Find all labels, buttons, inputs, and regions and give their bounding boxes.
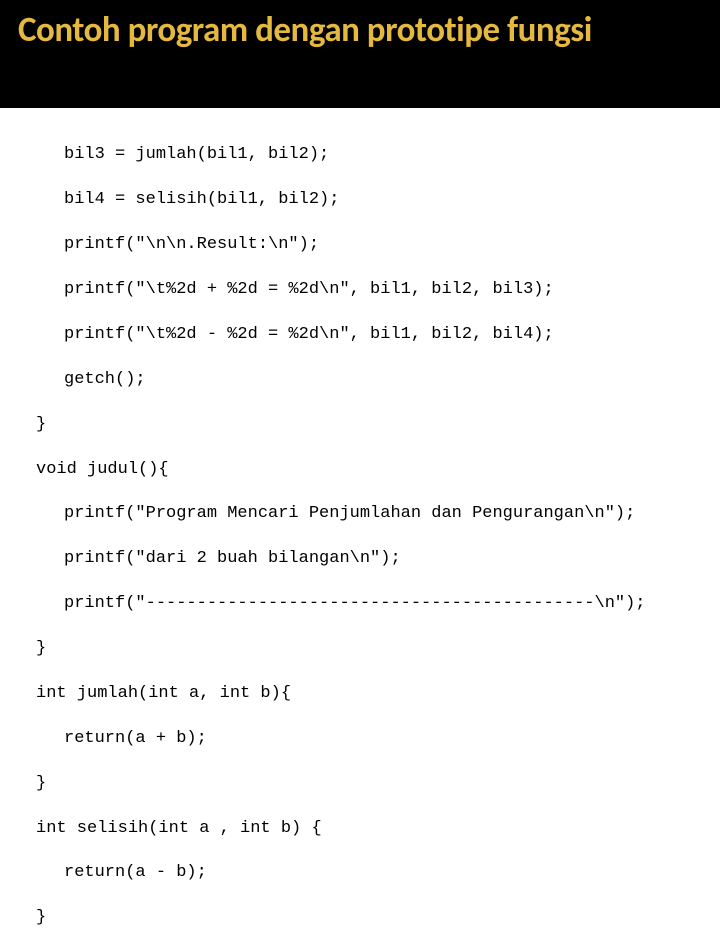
code-line: printf("dari 2 buah bilangan\n"); [36,548,692,570]
code-line: return(a - b); [36,862,692,884]
code-line: void judul(){ [36,459,692,481]
code-line: bil4 = selisih(bil1, bil2); [36,189,692,211]
code-line: } [36,638,692,660]
code-line: return(a + b); [36,728,692,750]
code-line: } [36,773,692,795]
code-line: printf("Program Mencari Penjumlahan dan … [36,503,692,525]
code-line: printf("\t%2d + %2d = %2d\n", bil1, bil2… [36,279,692,301]
code-line: } [36,414,692,436]
code-line: int jumlah(int a, int b){ [36,683,692,705]
code-line: printf("\n\n.Result:\n"); [36,234,692,256]
code-line: int selisih(int a , int b) { [36,818,692,840]
code-line: bil3 = jumlah(bil1, bil2); [36,144,692,166]
code-line: printf("--------------------------------… [36,593,692,615]
code-block: bil3 = jumlah(bil1, bil2); bil4 = selisi… [0,108,720,952]
code-line: getch(); [36,369,692,391]
slide-title: Contoh program dengan prototipe fungsi [18,10,702,50]
code-line: } [36,907,692,929]
code-line: printf("\t%2d - %2d = %2d\n", bil1, bil2… [36,324,692,346]
title-bar: Contoh program dengan prototipe fungsi [0,0,720,108]
